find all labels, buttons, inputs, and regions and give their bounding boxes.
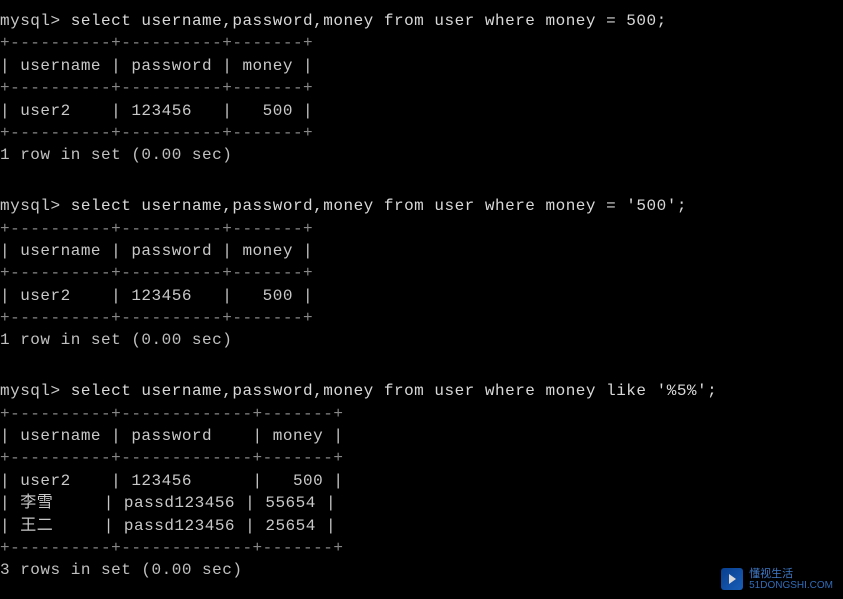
table-border-mid: +----------+----------+-------+ xyxy=(0,77,843,99)
prompt: mysql> xyxy=(0,197,71,215)
watermark-text: 懂视生活 51DONGSHI.COM xyxy=(749,568,833,591)
table-border-bot: +----------+-------------+-------+ xyxy=(0,537,843,559)
table-border-top: +----------+----------+-------+ xyxy=(0,32,843,54)
sql-statement: select username,password,money from user… xyxy=(71,382,718,400)
table-header: | username | password | money | xyxy=(0,55,843,77)
blank-line xyxy=(0,173,843,195)
table-border-top: +----------+-------------+-------+ xyxy=(0,403,843,425)
query-block: mysql> select username,password,money fr… xyxy=(0,380,843,582)
table-row: | 李雪 | passd123456 | 55654 | xyxy=(0,492,843,514)
result-message: 1 row in set (0.00 sec) xyxy=(0,144,843,166)
sql-statement: select username,password,money from user… xyxy=(71,197,687,215)
table-border-bot: +----------+----------+-------+ xyxy=(0,122,843,144)
table-border-bot: +----------+----------+-------+ xyxy=(0,307,843,329)
query-line: mysql> select username,password,money fr… xyxy=(0,380,843,402)
watermark-brand-url: 51DONGSHI.COM xyxy=(749,580,833,591)
result-message: 3 rows in set (0.00 sec) xyxy=(0,559,843,581)
table-row: | user2 | 123456 | 500 | xyxy=(0,285,843,307)
table-row: | 王二 | passd123456 | 25654 | xyxy=(0,515,843,537)
watermark: 懂视生活 51DONGSHI.COM xyxy=(721,568,833,591)
result-message: 1 row in set (0.00 sec) xyxy=(0,329,843,351)
query-block: mysql> select username,password,money fr… xyxy=(0,10,843,167)
blank-line xyxy=(0,358,843,380)
prompt: mysql> xyxy=(0,382,71,400)
watermark-brand-cn: 懂视生活 xyxy=(749,568,833,580)
query-block: mysql> select username,password,money fr… xyxy=(0,195,843,352)
table-border-mid: +----------+----------+-------+ xyxy=(0,262,843,284)
table-header: | username | password | money | xyxy=(0,240,843,262)
terminal-output: mysql> select username,password,money fr… xyxy=(0,10,843,582)
sql-statement: select username,password,money from user… xyxy=(71,12,667,30)
table-border-top: +----------+----------+-------+ xyxy=(0,218,843,240)
query-line: mysql> select username,password,money fr… xyxy=(0,10,843,32)
query-line: mysql> select username,password,money fr… xyxy=(0,195,843,217)
table-row: | user2 | 123456 | 500 | xyxy=(0,470,843,492)
table-header: | username | password | money | xyxy=(0,425,843,447)
prompt: mysql> xyxy=(0,12,71,30)
table-border-mid: +----------+-------------+-------+ xyxy=(0,447,843,469)
play-icon xyxy=(721,568,743,590)
table-row: | user2 | 123456 | 500 | xyxy=(0,100,843,122)
